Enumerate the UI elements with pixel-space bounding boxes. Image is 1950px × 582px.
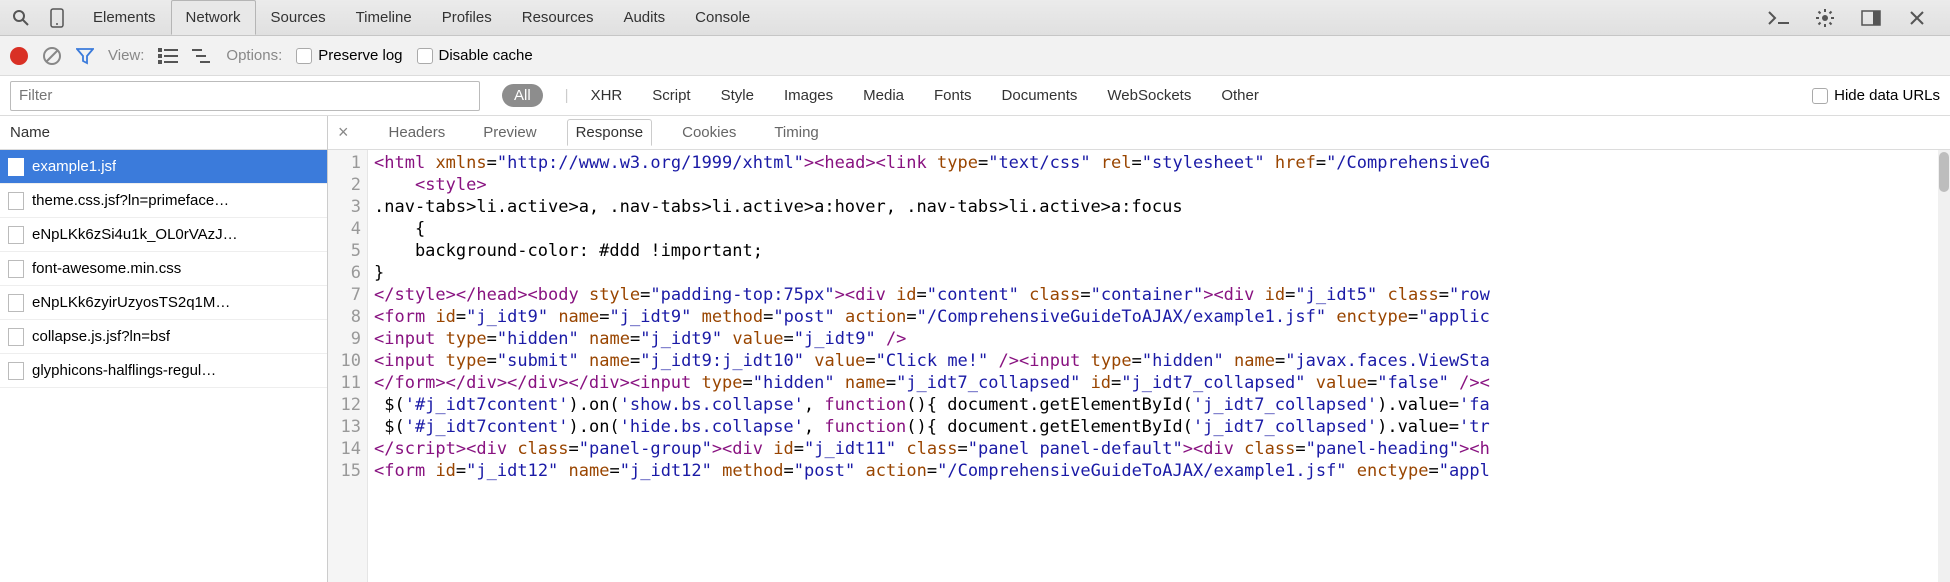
record-button[interactable] [10,47,28,65]
file-icon [8,294,24,312]
network-toolbar: View: Options: Preserve log Disable cach… [0,36,1950,76]
request-sidebar: Name example1.jsf theme.css.jsf?ln=primef… [0,116,328,582]
subtab-cookies[interactable]: Cookies [674,120,744,145]
tab-console[interactable]: Console [680,0,765,35]
code-content[interactable]: <html xmlns="http://www.w3.org/1999/xhtm… [368,150,1950,582]
subtab-headers[interactable]: Headers [381,120,454,145]
detail-tabs: × Headers Preview Response Cookies Timing [328,116,1950,150]
scroll-thumb[interactable] [1939,152,1949,192]
hide-data-urls-checkbox[interactable] [1812,88,1828,104]
file-icon [8,226,24,244]
main-pane: × Headers Preview Response Cookies Timing 12… [328,116,1950,582]
filter-fonts[interactable]: Fonts [934,87,972,104]
file-name: glyphicons-halflings-regul… [32,362,216,379]
tab-network[interactable]: Network [171,0,256,35]
file-icon [8,260,24,278]
request-row[interactable]: eNpLKk6zSi4u1k_OL0rVAzJ… [0,218,327,252]
subtab-preview[interactable]: Preview [475,120,544,145]
close-devtools-icon[interactable] [1902,3,1932,33]
file-icon [8,158,24,176]
close-detail-icon[interactable]: × [338,122,349,143]
response-body: 123456789101112131415 <html xmlns="http:… [328,150,1950,582]
file-icon [8,328,24,346]
filter-funnel-icon[interactable] [76,47,94,65]
filter-types: XHR Script Style Images Media Fonts Documents W… [591,87,1259,104]
subtab-timing[interactable]: Timing [766,120,826,145]
view-list-icon[interactable] [158,48,178,64]
filter-documents[interactable]: Documents [1002,87,1078,104]
options-label: Options: [226,47,282,64]
file-icon [8,192,24,210]
request-row[interactable]: glyphicons-halflings-regul… [0,354,327,388]
request-row[interactable]: collapse.js.jsf?ln=bsf [0,320,327,354]
filter-images[interactable]: Images [784,87,833,104]
subtab-response[interactable]: Response [567,119,653,146]
filter-all[interactable]: All [502,84,543,107]
request-row[interactable]: theme.css.jsf?ln=primeface… [0,184,327,218]
disable-cache-label: Disable cache [439,47,533,64]
file-name: collapse.js.jsf?ln=bsf [32,328,170,345]
hide-data-urls-label: Hide data URLs [1834,87,1940,104]
request-row[interactable]: font-awesome.min.css [0,252,327,286]
line-gutter: 123456789101112131415 [328,150,368,582]
filter-script[interactable]: Script [652,87,690,104]
devtools-topbar: ElementsNetworkSourcesTimelineProfilesRe… [0,0,1950,36]
filter-media[interactable]: Media [863,87,904,104]
file-name: example1.jsf [32,158,116,175]
sidebar-header[interactable]: Name [0,116,327,150]
view-label: View: [108,47,144,64]
settings-gear-icon[interactable] [1810,3,1840,33]
request-row[interactable]: example1.jsf [0,150,327,184]
filter-input[interactable] [10,81,480,111]
search-icon[interactable] [6,3,36,33]
filter-xhr[interactable]: XHR [591,87,623,104]
disable-cache-checkbox[interactable] [417,48,433,64]
filter-websockets[interactable]: WebSockets [1107,87,1191,104]
file-name: eNpLKk6zSi4u1k_OL0rVAzJ… [32,226,238,243]
panel-tabs: ElementsNetworkSourcesTimelineProfilesRe… [78,0,765,35]
preserve-log-checkbox[interactable] [296,48,312,64]
dock-side-icon[interactable] [1856,3,1886,33]
file-icon [8,362,24,380]
filter-other[interactable]: Other [1221,87,1259,104]
file-name: font-awesome.min.css [32,260,181,277]
file-name: theme.css.jsf?ln=primeface… [32,192,229,209]
view-waterfall-icon[interactable] [192,48,212,64]
request-row[interactable]: eNpLKk6zyirUzyosTS2q1M… [0,286,327,320]
preserve-log-label: Preserve log [318,47,402,64]
tab-audits[interactable]: Audits [608,0,680,35]
clear-icon[interactable] [42,46,62,66]
device-icon[interactable] [42,3,72,33]
vertical-scrollbar[interactable] [1938,150,1950,582]
filter-bar: All | XHRScriptStyleImagesMediaFontsDocu… [0,76,1950,116]
tab-timeline[interactable]: Timeline [341,0,427,35]
content-area: Name example1.jsf theme.css.jsf?ln=primef… [0,116,1950,582]
tab-elements[interactable]: Elements [78,0,171,35]
tab-sources[interactable]: Sources [256,0,341,35]
request-list: example1.jsf theme.css.jsf?ln=primeface… e… [0,150,327,582]
tab-resources[interactable]: Resources [507,0,609,35]
file-name: eNpLKk6zyirUzyosTS2q1M… [32,294,230,311]
filter-style[interactable]: Style [721,87,754,104]
console-drawer-icon[interactable] [1764,3,1794,33]
tab-profiles[interactable]: Profiles [427,0,507,35]
